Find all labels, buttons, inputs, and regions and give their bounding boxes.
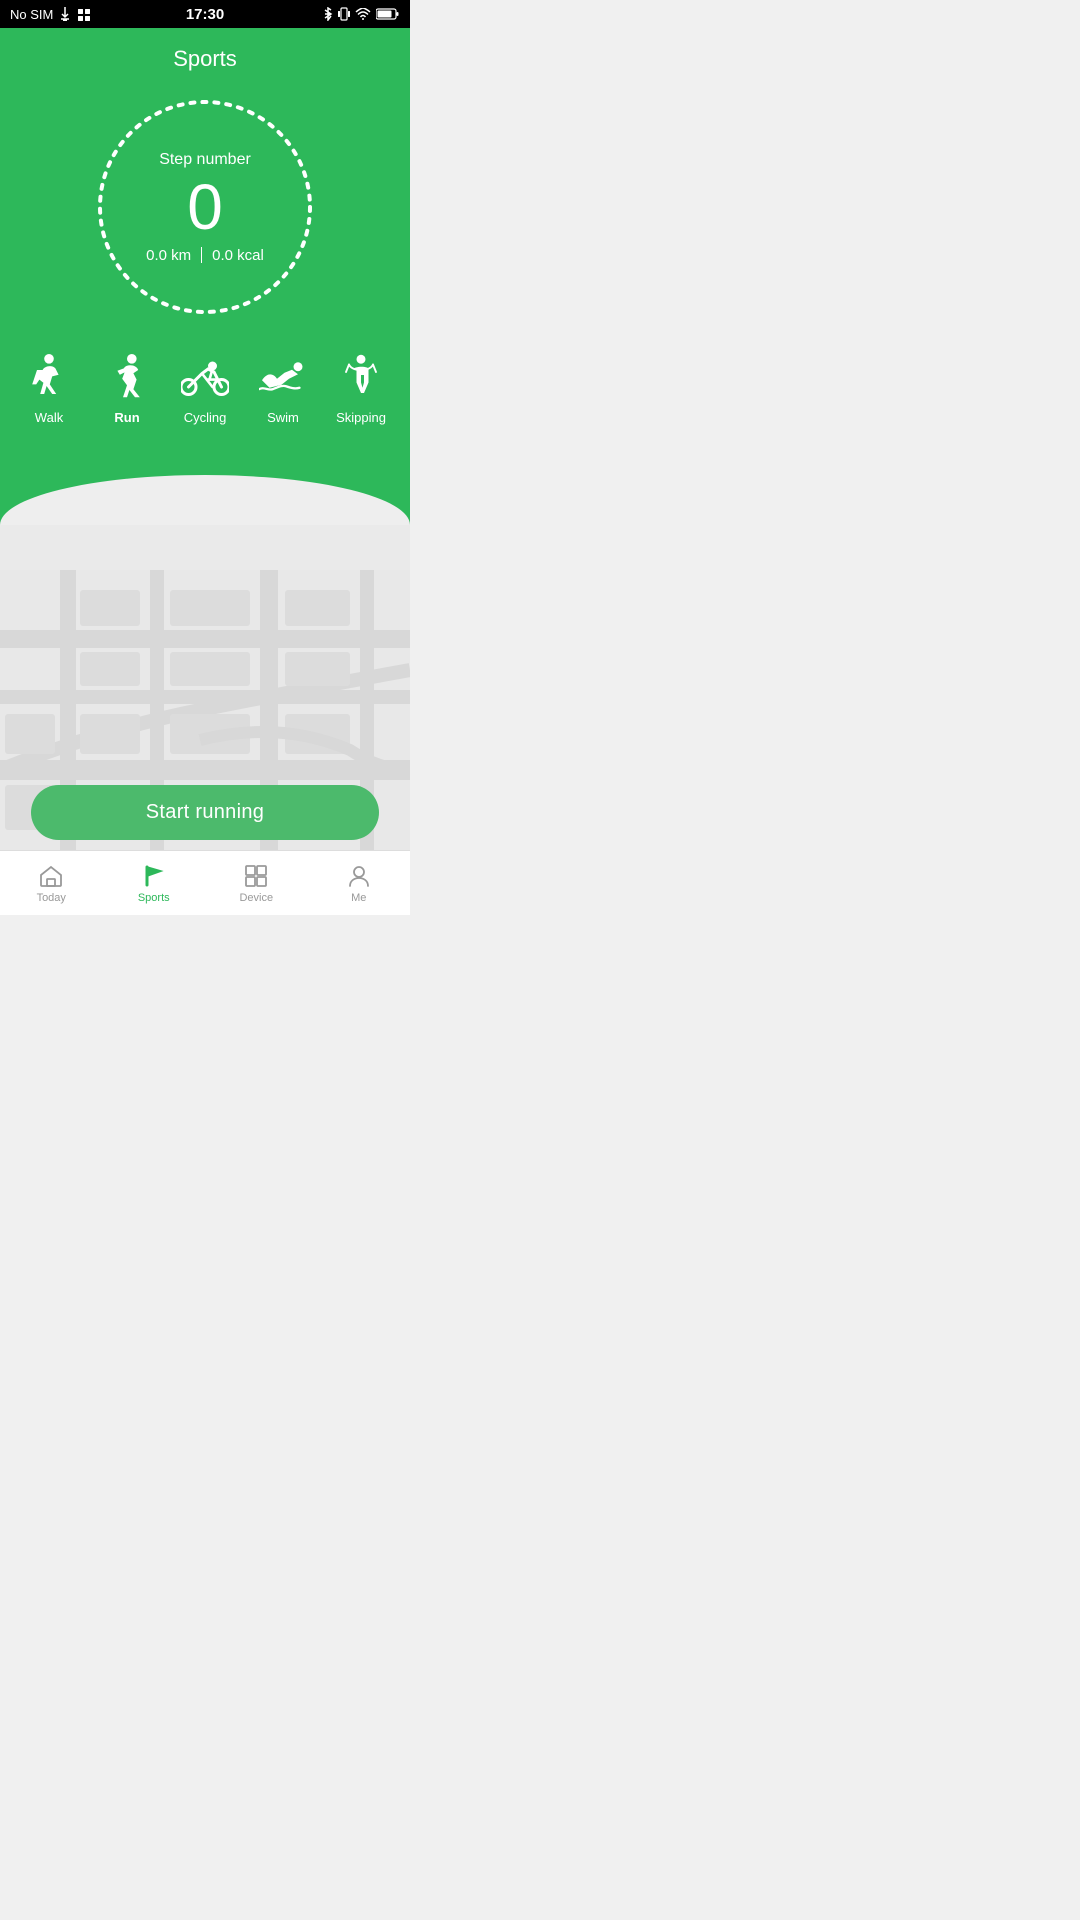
bluetooth-icon (323, 7, 333, 21)
grid-icon (243, 863, 269, 889)
me-label: Me (351, 892, 366, 904)
activity-row: Walk Run (0, 342, 410, 445)
person-icon (346, 863, 372, 889)
today-icon (38, 863, 64, 889)
wifi-icon (355, 8, 371, 20)
page-title: Sports (0, 28, 410, 82)
nav-me[interactable]: Me (308, 863, 411, 904)
swim-icon (257, 352, 309, 404)
status-left: No SIM (10, 6, 91, 22)
today-label: Today (37, 892, 66, 904)
usb-icon (59, 6, 71, 22)
sports-label: Sports (138, 892, 170, 904)
distance-value: 0.0 km (146, 247, 191, 264)
green-curve (0, 475, 410, 525)
swim-label: Swim (267, 410, 299, 425)
sports-icon (141, 863, 167, 889)
cycling-label: Cycling (184, 410, 227, 425)
flag-icon (141, 863, 167, 889)
device-icon (243, 863, 269, 889)
activity-skipping[interactable]: Skipping (335, 352, 387, 425)
circle-container: Step number 0 0.0 km 0.0 kcal (0, 82, 410, 342)
dotted-circle: Step number 0 0.0 km 0.0 kcal (90, 92, 320, 322)
run-icon (101, 352, 153, 404)
me-icon (346, 863, 372, 889)
calories-value: 0.0 kcal (212, 247, 264, 264)
vibrate-icon (338, 7, 350, 21)
status-time: 17:30 (186, 6, 224, 23)
nav-sports[interactable]: Sports (103, 863, 206, 904)
green-section: Sports Step number 0 0.0 km 0.0 kcal (0, 28, 410, 475)
activity-walk[interactable]: Walk (23, 352, 75, 425)
status-right (323, 7, 400, 21)
activity-cycling[interactable]: Cycling (179, 352, 231, 425)
run-label: Run (114, 410, 139, 425)
main-wrapper: Sports Step number 0 0.0 km 0.0 kcal (0, 28, 410, 915)
walk-label: Walk (35, 410, 63, 425)
start-running-button[interactable]: Start running (31, 785, 380, 840)
step-count: 0 (146, 175, 264, 239)
nav-device[interactable]: Device (205, 863, 308, 904)
activity-swim[interactable]: Swim (257, 352, 309, 425)
home-icon (38, 863, 64, 889)
status-bar: No SIM 17:30 (0, 0, 410, 28)
start-button-container: Start running (0, 785, 410, 840)
battery-icon (376, 8, 400, 20)
skipping-icon (335, 352, 387, 404)
storage-icon (77, 7, 91, 21)
stats-row: 0.0 km 0.0 kcal (146, 247, 264, 264)
walk-icon (23, 352, 75, 404)
step-label: Step number (146, 151, 264, 169)
skipping-label: Skipping (336, 410, 386, 425)
cycling-icon (179, 352, 231, 404)
no-sim-text: No SIM (10, 7, 53, 22)
activity-run[interactable]: Run (101, 352, 153, 425)
bottom-nav: Today Sports Device (0, 850, 410, 915)
nav-today[interactable]: Today (0, 863, 103, 904)
stats-divider (201, 247, 202, 263)
device-label: Device (239, 892, 273, 904)
circle-content: Step number 0 0.0 km 0.0 kcal (146, 151, 264, 264)
